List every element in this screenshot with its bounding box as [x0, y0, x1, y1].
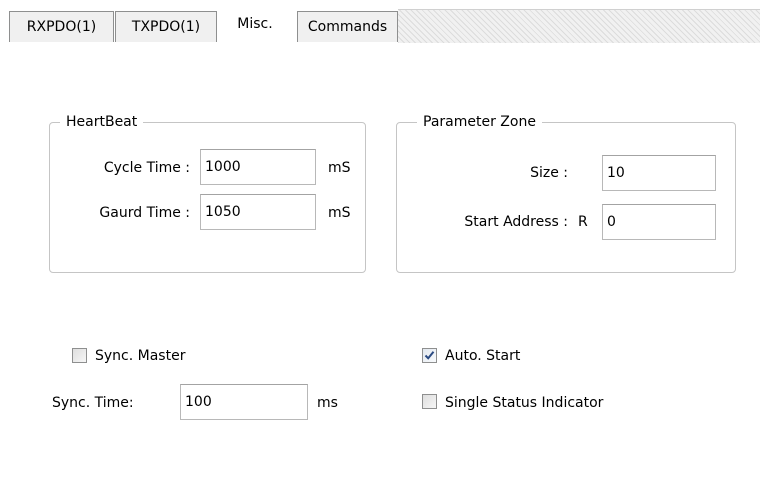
guard-time-input[interactable]	[200, 194, 316, 230]
sync-master-label: Sync. Master	[95, 348, 186, 364]
sync-time-unit: ms	[317, 395, 338, 411]
sync-master-checkbox[interactable]	[72, 348, 87, 363]
guard-time-label: Gaurd Time :	[99, 205, 190, 221]
start-address-input[interactable]	[602, 204, 716, 240]
heartbeat-title: HeartBeat	[60, 112, 144, 132]
size-input[interactable]	[602, 155, 716, 191]
tab-commands[interactable]: Commands	[297, 11, 398, 42]
auto-start-checkbox[interactable]	[422, 348, 437, 363]
check-mark-icon	[424, 351, 435, 360]
single-status-label: Single Status Indicator	[445, 395, 604, 411]
guard-time-unit: mS	[328, 205, 351, 221]
parameter-zone-title: Parameter Zone	[417, 112, 542, 132]
cycle-time-unit: mS	[328, 160, 351, 176]
size-label: Size :	[530, 165, 568, 181]
auto-start-label: Auto. Start	[445, 348, 521, 364]
single-status-checkbox[interactable]	[422, 394, 437, 409]
start-address-label: Start Address :	[464, 214, 568, 230]
cycle-time-label: Cycle Time :	[103, 160, 190, 176]
cycle-time-input[interactable]	[200, 149, 316, 185]
tab-misc[interactable]: Misc.	[219, 6, 291, 42]
start-address-prefix: R	[578, 214, 588, 230]
parameter-zone-group: Parameter Zone	[396, 112, 736, 273]
sync-time-input[interactable]	[180, 384, 308, 420]
tab-rxpdo[interactable]: RXPDO(1)	[9, 11, 114, 42]
tab-txpdo[interactable]: TXPDO(1)	[115, 11, 217, 42]
sync-time-label: Sync. Time:	[52, 395, 134, 411]
tab-strip-background	[398, 9, 760, 43]
